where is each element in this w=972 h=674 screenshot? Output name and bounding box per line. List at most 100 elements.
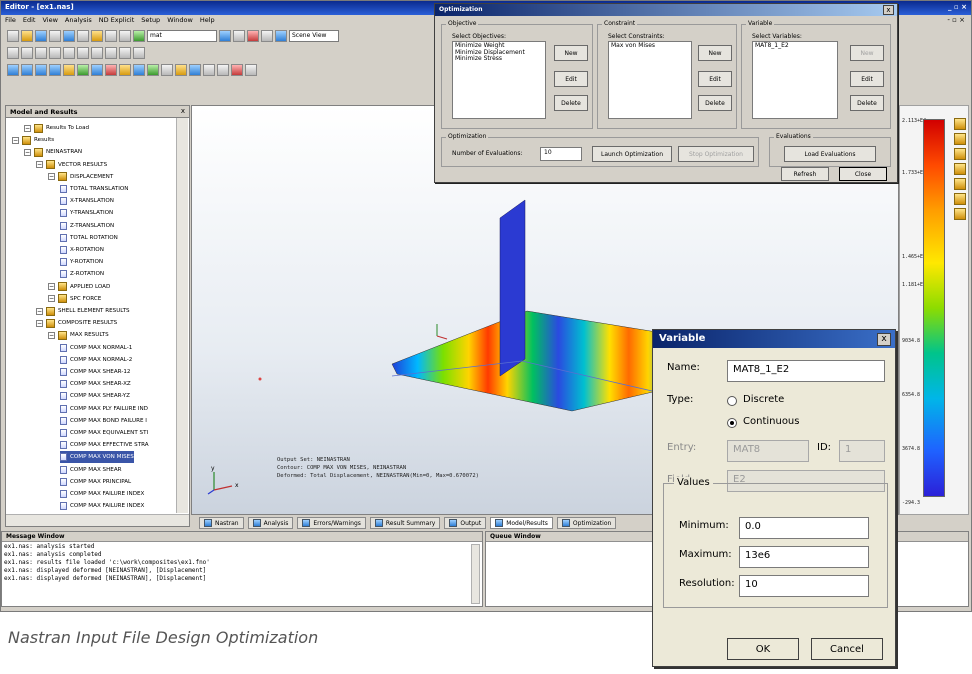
- property-icon[interactable]: [35, 46, 47, 59]
- tree-expander-icon[interactable]: −: [48, 295, 55, 303]
- resolution-field[interactable]: 10: [739, 575, 869, 597]
- constraint-edit-button[interactable]: Edit: [698, 71, 732, 87]
- variable-delete-button[interactable]: Delete: [850, 95, 884, 111]
- tree-node[interactable]: COMP MAX EFFECTIVE STRA: [60, 439, 149, 451]
- id-field[interactable]: 1: [839, 440, 885, 462]
- shade-icon[interactable]: [175, 63, 187, 76]
- tool-icon-1[interactable]: [954, 118, 966, 130]
- extra-icon[interactable]: [245, 63, 257, 76]
- load-evaluations-button[interactable]: Load Evaluations: [784, 146, 876, 162]
- menu-view[interactable]: View: [42, 16, 57, 25]
- tree-expander-icon[interactable]: −: [36, 319, 43, 327]
- measure-icon[interactable]: [119, 46, 131, 59]
- display-icon[interactable]: [275, 29, 287, 42]
- arrow-left-icon[interactable]: [203, 63, 215, 76]
- tree-node[interactable]: COMP MAX SHEAR-XZ: [60, 378, 131, 390]
- menu-help[interactable]: Help: [200, 16, 215, 25]
- tree-node[interactable]: COMP MAX BOND FAILURE I: [60, 415, 147, 427]
- constraint-delete-button[interactable]: Delete: [698, 95, 732, 111]
- paste-icon[interactable]: [91, 29, 103, 42]
- close-button[interactable]: Close: [839, 167, 887, 181]
- tree-node[interactable]: X-ROTATION: [60, 244, 104, 256]
- menu-file[interactable]: File: [5, 16, 16, 25]
- redo-icon[interactable]: [119, 29, 131, 42]
- tree-node[interactable]: COMP MAX EQUIVALENT STI: [60, 427, 148, 439]
- tree-expander-icon[interactable]: −: [24, 148, 31, 156]
- tree-node[interactable]: COMP MAX FAILURE INDEX: [60, 488, 144, 500]
- undo-icon[interactable]: [105, 29, 117, 42]
- list-item[interactable]: MAT8_1_E2: [755, 42, 835, 50]
- tree-node[interactable]: − COMPOSITE RESULTS: [36, 317, 117, 329]
- constraint-icon[interactable]: [77, 46, 89, 59]
- cut-icon[interactable]: [63, 29, 75, 42]
- tool-icon-3[interactable]: [954, 148, 966, 160]
- objective-new-button[interactable]: New: [554, 45, 588, 61]
- view-back-icon[interactable]: [21, 63, 33, 76]
- light-icon[interactable]: [161, 63, 173, 76]
- tree-node[interactable]: − DISPLACEMENT: [48, 171, 113, 183]
- tree-node[interactable]: Z-TRANSLATION: [60, 220, 114, 232]
- variables-list[interactable]: MAT8_1_E2: [752, 41, 838, 119]
- entry-field[interactable]: MAT8: [727, 440, 809, 462]
- new-file-icon[interactable]: [7, 29, 19, 42]
- tab-result-summary[interactable]: Result Summary: [369, 517, 441, 529]
- tree-node[interactable]: − NEINASTRAN: [24, 146, 82, 158]
- tree-node[interactable]: − SHELL ELEMENT RESULTS: [36, 305, 130, 317]
- load-icon[interactable]: [63, 46, 75, 59]
- tree-node[interactable]: COMP MAX SHEAR: [60, 464, 122, 476]
- zoom-icon[interactable]: [133, 29, 145, 42]
- pan-icon[interactable]: [91, 63, 103, 76]
- grid-icon[interactable]: [219, 29, 231, 42]
- tree-expander-icon[interactable]: −: [48, 331, 55, 339]
- tree-node[interactable]: COMP MAX NORMAL-1: [60, 342, 132, 354]
- wireframe-icon[interactable]: [189, 63, 201, 76]
- cancel-button[interactable]: Cancel: [811, 638, 883, 660]
- node-icon[interactable]: [7, 46, 19, 59]
- constraint-new-button[interactable]: New: [698, 45, 732, 61]
- view-top-icon[interactable]: [35, 63, 47, 76]
- tree-node[interactable]: COMP MAX FAILURE INDEX: [60, 500, 144, 512]
- list-item[interactable]: Minimize Stress: [455, 55, 543, 63]
- tree-expander-icon[interactable]: −: [36, 307, 43, 315]
- layer-icon[interactable]: [261, 29, 273, 42]
- maximum-field[interactable]: 13e6: [739, 546, 869, 568]
- material-combo[interactable]: mat: [147, 29, 217, 42]
- tree-expander-icon[interactable]: −: [12, 136, 19, 144]
- close-icon[interactable]: x: [883, 5, 894, 15]
- tree-expander-icon[interactable]: −: [48, 173, 55, 181]
- tree-node[interactable]: − SPC FORCE: [48, 293, 101, 305]
- tab-output[interactable]: Output: [444, 517, 487, 529]
- tab-analysis[interactable]: Analysis: [247, 517, 294, 529]
- color-icon[interactable]: [247, 29, 259, 42]
- view-combo[interactable]: Scene View: [289, 29, 339, 42]
- tree-expander-icon[interactable]: −: [48, 283, 55, 291]
- menu-window[interactable]: Window: [167, 16, 193, 25]
- tree-node[interactable]: Y-TRANSLATION: [60, 207, 113, 219]
- tree-node[interactable]: COMP MAX SHEAR-YZ: [60, 390, 130, 402]
- menu-setup[interactable]: Setup: [141, 16, 160, 25]
- animate-icon[interactable]: [133, 63, 145, 76]
- tool-icon-4[interactable]: [954, 163, 966, 175]
- legend-icon[interactable]: [147, 63, 159, 76]
- stop-optimization-button[interactable]: Stop Optimization: [678, 146, 754, 162]
- window-controls[interactable]: _ ▫ ×: [948, 3, 967, 11]
- open-file-icon[interactable]: [21, 29, 33, 42]
- tree-node[interactable]: − Results: [12, 134, 54, 146]
- refresh-button[interactable]: Refresh: [781, 167, 829, 181]
- deform-icon[interactable]: [119, 63, 131, 76]
- tree-close-icon[interactable]: x: [181, 107, 185, 115]
- tree-node[interactable]: − APPLIED LOAD: [48, 281, 110, 293]
- rotate-icon[interactable]: [77, 63, 89, 76]
- view-iso-icon[interactable]: [49, 63, 61, 76]
- tool-icon-7[interactable]: [954, 208, 966, 220]
- tree-node[interactable]: COMP MAX SHEAR-12: [60, 366, 130, 378]
- tree-node[interactable]: COMP MAX VON MISES: [60, 451, 134, 464]
- tree-expander-icon[interactable]: −: [36, 161, 43, 169]
- tree-node[interactable]: Y-ROTATION: [60, 256, 103, 268]
- material-icon[interactable]: [49, 46, 61, 59]
- view-front-icon[interactable]: [7, 63, 19, 76]
- num-evaluations-input[interactable]: 10: [540, 147, 582, 161]
- discrete-radio[interactable]: [727, 396, 737, 406]
- variable-edit-button[interactable]: Edit: [850, 71, 884, 87]
- save-icon[interactable]: [35, 29, 47, 42]
